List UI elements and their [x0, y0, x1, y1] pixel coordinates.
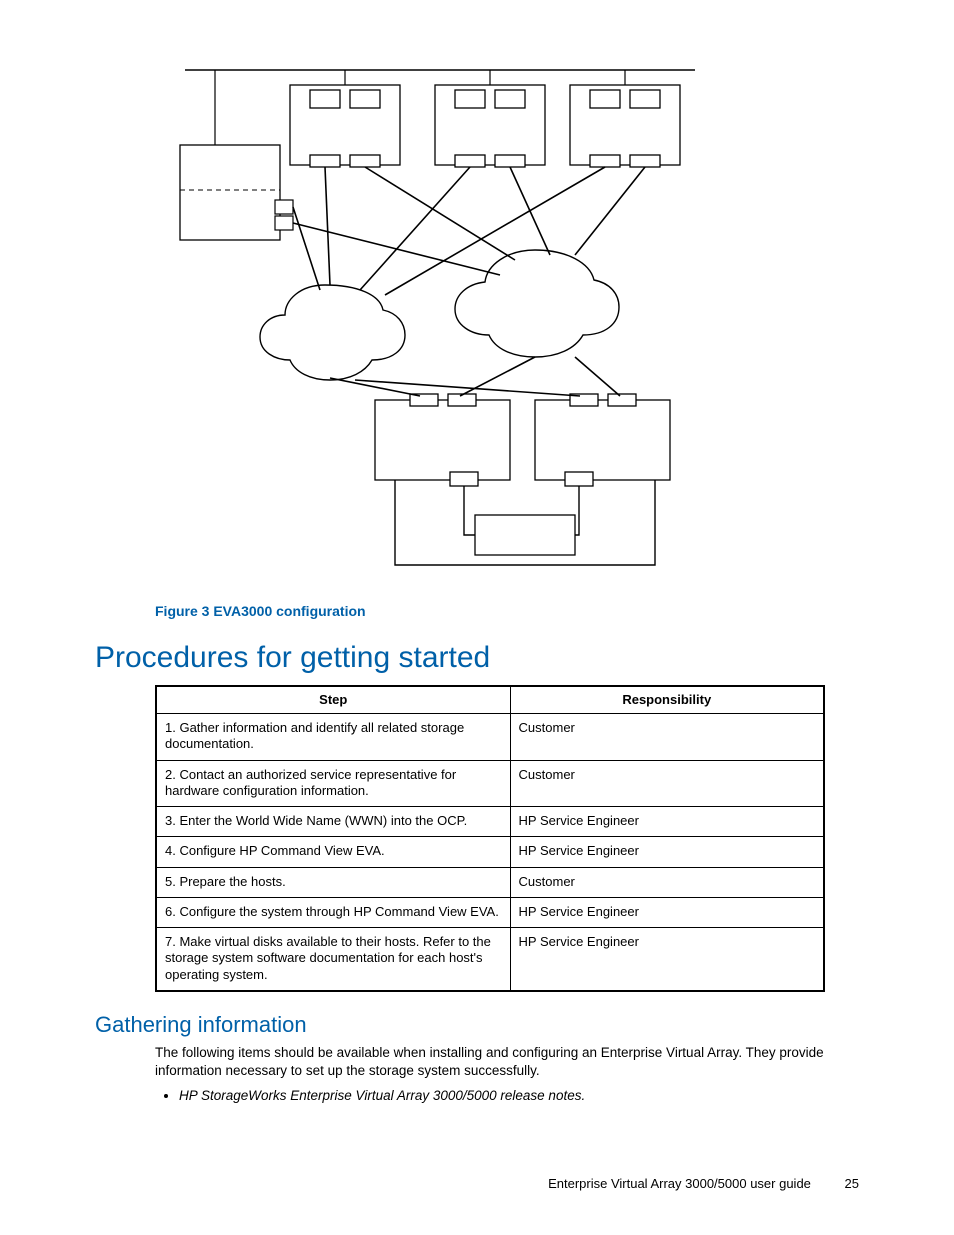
step-cell: 6. Configure the system through HP Comma…	[156, 897, 510, 927]
step-cell: 7. Make virtual disks available to their…	[156, 928, 510, 991]
section-heading: Procedures for getting started	[95, 641, 859, 675]
procedures-table: Step Responsibility 1. Gather informatio…	[155, 685, 825, 992]
resp-cell: HP Service Engineer	[510, 928, 824, 991]
table-row: 1. Gather information and identify all r…	[156, 714, 824, 761]
step-cell: 4. Configure HP Command View EVA.	[156, 837, 510, 867]
resp-cell: HP Service Engineer	[510, 897, 824, 927]
body-paragraph: The following items should be available …	[155, 1044, 859, 1080]
subsection-heading: Gathering information	[95, 1012, 859, 1038]
resp-cell: Customer	[510, 714, 824, 761]
list-item: HP StorageWorks Enterprise Virtual Array…	[179, 1088, 859, 1103]
table-header-step: Step	[156, 686, 510, 714]
bullet-list: HP StorageWorks Enterprise Virtual Array…	[163, 1088, 859, 1103]
table-header-responsibility: Responsibility	[510, 686, 824, 714]
resp-cell: Customer	[510, 760, 824, 807]
step-cell: 5. Prepare the hosts.	[156, 867, 510, 897]
resp-cell: HP Service Engineer	[510, 837, 824, 867]
page-number: 25	[845, 1176, 859, 1191]
table-row: 5. Prepare the hosts. Customer	[156, 867, 824, 897]
resp-cell: Customer	[510, 867, 824, 897]
step-cell: 2. Contact an authorized service represe…	[156, 760, 510, 807]
table-row: 4. Configure HP Command View EVA. HP Ser…	[156, 837, 824, 867]
page-footer: Enterprise Virtual Array 3000/5000 user …	[548, 1176, 859, 1191]
table-row: 2. Contact an authorized service represe…	[156, 760, 824, 807]
table-row: 3. Enter the World Wide Name (WWN) into …	[156, 807, 824, 837]
figure-caption: Figure 3 EVA3000 configuration	[155, 603, 859, 619]
step-cell: 3. Enter the World Wide Name (WWN) into …	[156, 807, 510, 837]
table-row: 7. Make virtual disks available to their…	[156, 928, 824, 991]
step-cell: 1. Gather information and identify all r…	[156, 714, 510, 761]
footer-text: Enterprise Virtual Array 3000/5000 user …	[548, 1176, 811, 1191]
configuration-diagram	[155, 60, 859, 575]
table-row: 6. Configure the system through HP Comma…	[156, 897, 824, 927]
resp-cell: HP Service Engineer	[510, 807, 824, 837]
